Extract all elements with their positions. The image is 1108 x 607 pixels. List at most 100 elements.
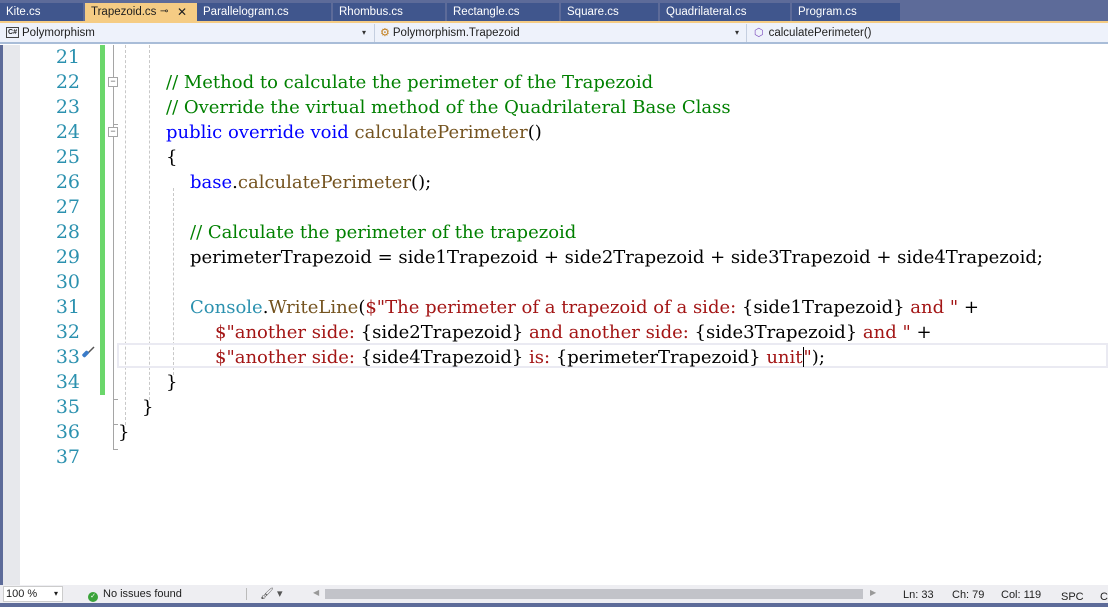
line-number: 34 xyxy=(55,371,80,393)
tab-rhombus[interactable]: Rhombus.cs xyxy=(333,3,445,21)
zoom-level-dropdown[interactable]: 100 % ▾ xyxy=(3,586,63,602)
code-token: Console xyxy=(190,297,263,318)
tab-kite[interactable]: Kite.cs xyxy=(0,3,83,21)
tab-square[interactable]: Square.cs xyxy=(561,3,658,21)
tab-quadrilateral[interactable]: Quadrilateral.cs xyxy=(660,3,790,21)
member-dropdown[interactable]: ⬡ calculatePerimeter() xyxy=(748,24,1108,42)
issues-text: No issues found xyxy=(103,588,182,600)
scroll-left-arrow[interactable]: ◀ xyxy=(313,588,319,597)
tab-rectangle[interactable]: Rectangle.cs xyxy=(447,3,559,21)
code-token: {side2Trapezoid} xyxy=(360,322,524,343)
code-line[interactable]: public override void calculatePerimeter(… xyxy=(166,120,542,145)
outline-line xyxy=(113,45,114,400)
line-number: 37 xyxy=(55,446,80,468)
code-line[interactable]: // Calculate the perimeter of the trapez… xyxy=(190,220,576,245)
code-token: calculatePerimeter xyxy=(237,172,412,193)
indent-guide xyxy=(125,45,126,425)
collapse-region-button[interactable]: − xyxy=(108,127,118,137)
tab-parallelogram[interactable]: Parallelogram.cs xyxy=(197,3,331,21)
code-token: {side1Trapezoid} xyxy=(741,297,905,318)
quick-action-brush-icon[interactable] xyxy=(80,345,96,361)
line-number: 28 xyxy=(55,221,80,243)
line-number: 31 xyxy=(55,296,80,318)
code-line[interactable]: Console.WriteLine($"The perimeter of a t… xyxy=(190,295,979,320)
project-dropdown[interactable]: C# Polymorphism ▾ xyxy=(0,24,372,42)
line-indicator[interactable]: Ln: 33 xyxy=(903,585,934,605)
tab-label: Rhombus.cs xyxy=(339,6,403,18)
line-number: 26 xyxy=(55,171,80,193)
divider xyxy=(246,588,247,600)
code-line[interactable]: // Override the virtual method of the Qu… xyxy=(166,95,731,120)
code-line[interactable]: perimeterTrapezoid = side1Trapezoid + si… xyxy=(190,245,1043,270)
code-token: // Override the virtual method of the Qu… xyxy=(166,97,731,118)
tab-program[interactable]: Program.cs xyxy=(792,3,900,21)
scroll-right-arrow[interactable]: ▶ xyxy=(870,588,876,597)
code-token: void xyxy=(310,122,349,143)
code-token: is: xyxy=(523,347,556,368)
line-number: 36 xyxy=(55,421,80,443)
outline-tick xyxy=(113,124,118,125)
code-token: base xyxy=(190,172,233,193)
type-dropdown[interactable]: ⚙ Polymorphism.Trapezoid ▾ xyxy=(376,24,746,42)
code-line[interactable]: } xyxy=(166,370,177,395)
code-token: ); xyxy=(811,347,825,368)
tab-label: Program.cs xyxy=(798,6,857,18)
type-label: Polymorphism.Trapezoid xyxy=(392,27,520,39)
issues-indicator[interactable]: ✓ No issues found xyxy=(88,585,182,603)
member-label: calculatePerimeter() xyxy=(768,27,872,39)
outline-tick xyxy=(113,449,118,450)
code-line[interactable]: { xyxy=(166,145,177,170)
code-line[interactable]: } xyxy=(118,420,129,445)
code-token: and another side: xyxy=(523,322,695,343)
code-token: // Method to calculate the perimeter of … xyxy=(166,72,654,93)
horizontal-scrollbar[interactable] xyxy=(323,589,863,599)
window-bottom-edge xyxy=(0,603,1108,607)
code-cleanup-button[interactable]: 🖌︎ ▾ xyxy=(260,585,283,603)
project-label: Polymorphism xyxy=(22,27,95,39)
code-line[interactable]: } xyxy=(142,395,153,420)
change-tracking-bar xyxy=(100,45,105,395)
code-editor[interactable]: 21 22 23 24 25 26 27 28 29 30 31 32 33 34 35 36 37 − − /… xyxy=(0,45,1108,585)
code-token: perimeterTrapezoid = side1Trapezoid + si… xyxy=(190,247,1043,268)
class-icon: ⚙ xyxy=(380,27,390,39)
code-token: {side3Trapezoid} xyxy=(694,322,858,343)
column-indicator[interactable]: Col: 119 xyxy=(1001,585,1041,605)
code-token: { xyxy=(166,147,178,168)
close-icon[interactable]: ✕ xyxy=(177,3,187,21)
navigation-bar: C# Polymorphism ▾ ⚙ Polymorphism.Trapezoid… xyxy=(0,23,1108,44)
code-token: () xyxy=(527,122,542,143)
code-token: public xyxy=(166,122,223,143)
outline-line xyxy=(113,424,114,449)
glyph-margin xyxy=(0,45,20,585)
pin-icon[interactable]: ⊸ xyxy=(160,3,168,21)
char-indicator[interactable]: Ch: 79 xyxy=(952,585,984,605)
code-token: {perimeterTrapezoid} xyxy=(555,347,761,368)
line-number: 29 xyxy=(55,246,80,268)
line-number: 23 xyxy=(55,96,80,118)
tab-label: Kite.cs xyxy=(6,6,41,18)
chevron-down-icon: ▾ xyxy=(735,28,740,37)
code-line[interactable]: $"another side: {side2Trapezoid} and ano… xyxy=(215,320,932,345)
line-number: 22 xyxy=(55,71,80,93)
tab-label: Trapezoid.cs xyxy=(91,6,157,18)
code-token: + xyxy=(910,322,932,343)
collapse-region-button[interactable]: − xyxy=(108,77,118,87)
window-edge xyxy=(0,45,3,585)
code-token: $"another side: xyxy=(215,322,361,343)
code-token: WriteLine xyxy=(268,297,359,318)
scrollbar-thumb[interactable] xyxy=(325,589,863,599)
line-number: 27 xyxy=(55,196,80,218)
method-icon: ⬡ xyxy=(754,27,764,39)
code-line[interactable]: $"another side: {side4Trapezoid} is: {pe… xyxy=(215,345,825,370)
code-token: } xyxy=(142,397,154,418)
line-number: 35 xyxy=(55,396,80,418)
code-token: // Calculate the perimeter of the trapez… xyxy=(190,222,577,243)
code-token: override xyxy=(227,122,305,143)
code-line[interactable]: // Method to calculate the perimeter of … xyxy=(166,70,653,95)
status-bar: 100 % ▾ ✓ No issues found 🖌︎ ▾ ◀ ▶ Ln: 33… xyxy=(0,585,1108,603)
code-line[interactable]: base.calculatePerimeter(); xyxy=(190,170,431,195)
tab-trapezoid[interactable]: Trapezoid.cs ⊸ ✕ xyxy=(85,3,197,21)
code-token: $"The perimeter of a trapezoid of a side… xyxy=(365,297,742,318)
code-token: } xyxy=(166,372,178,393)
code-token: and " xyxy=(857,322,911,343)
